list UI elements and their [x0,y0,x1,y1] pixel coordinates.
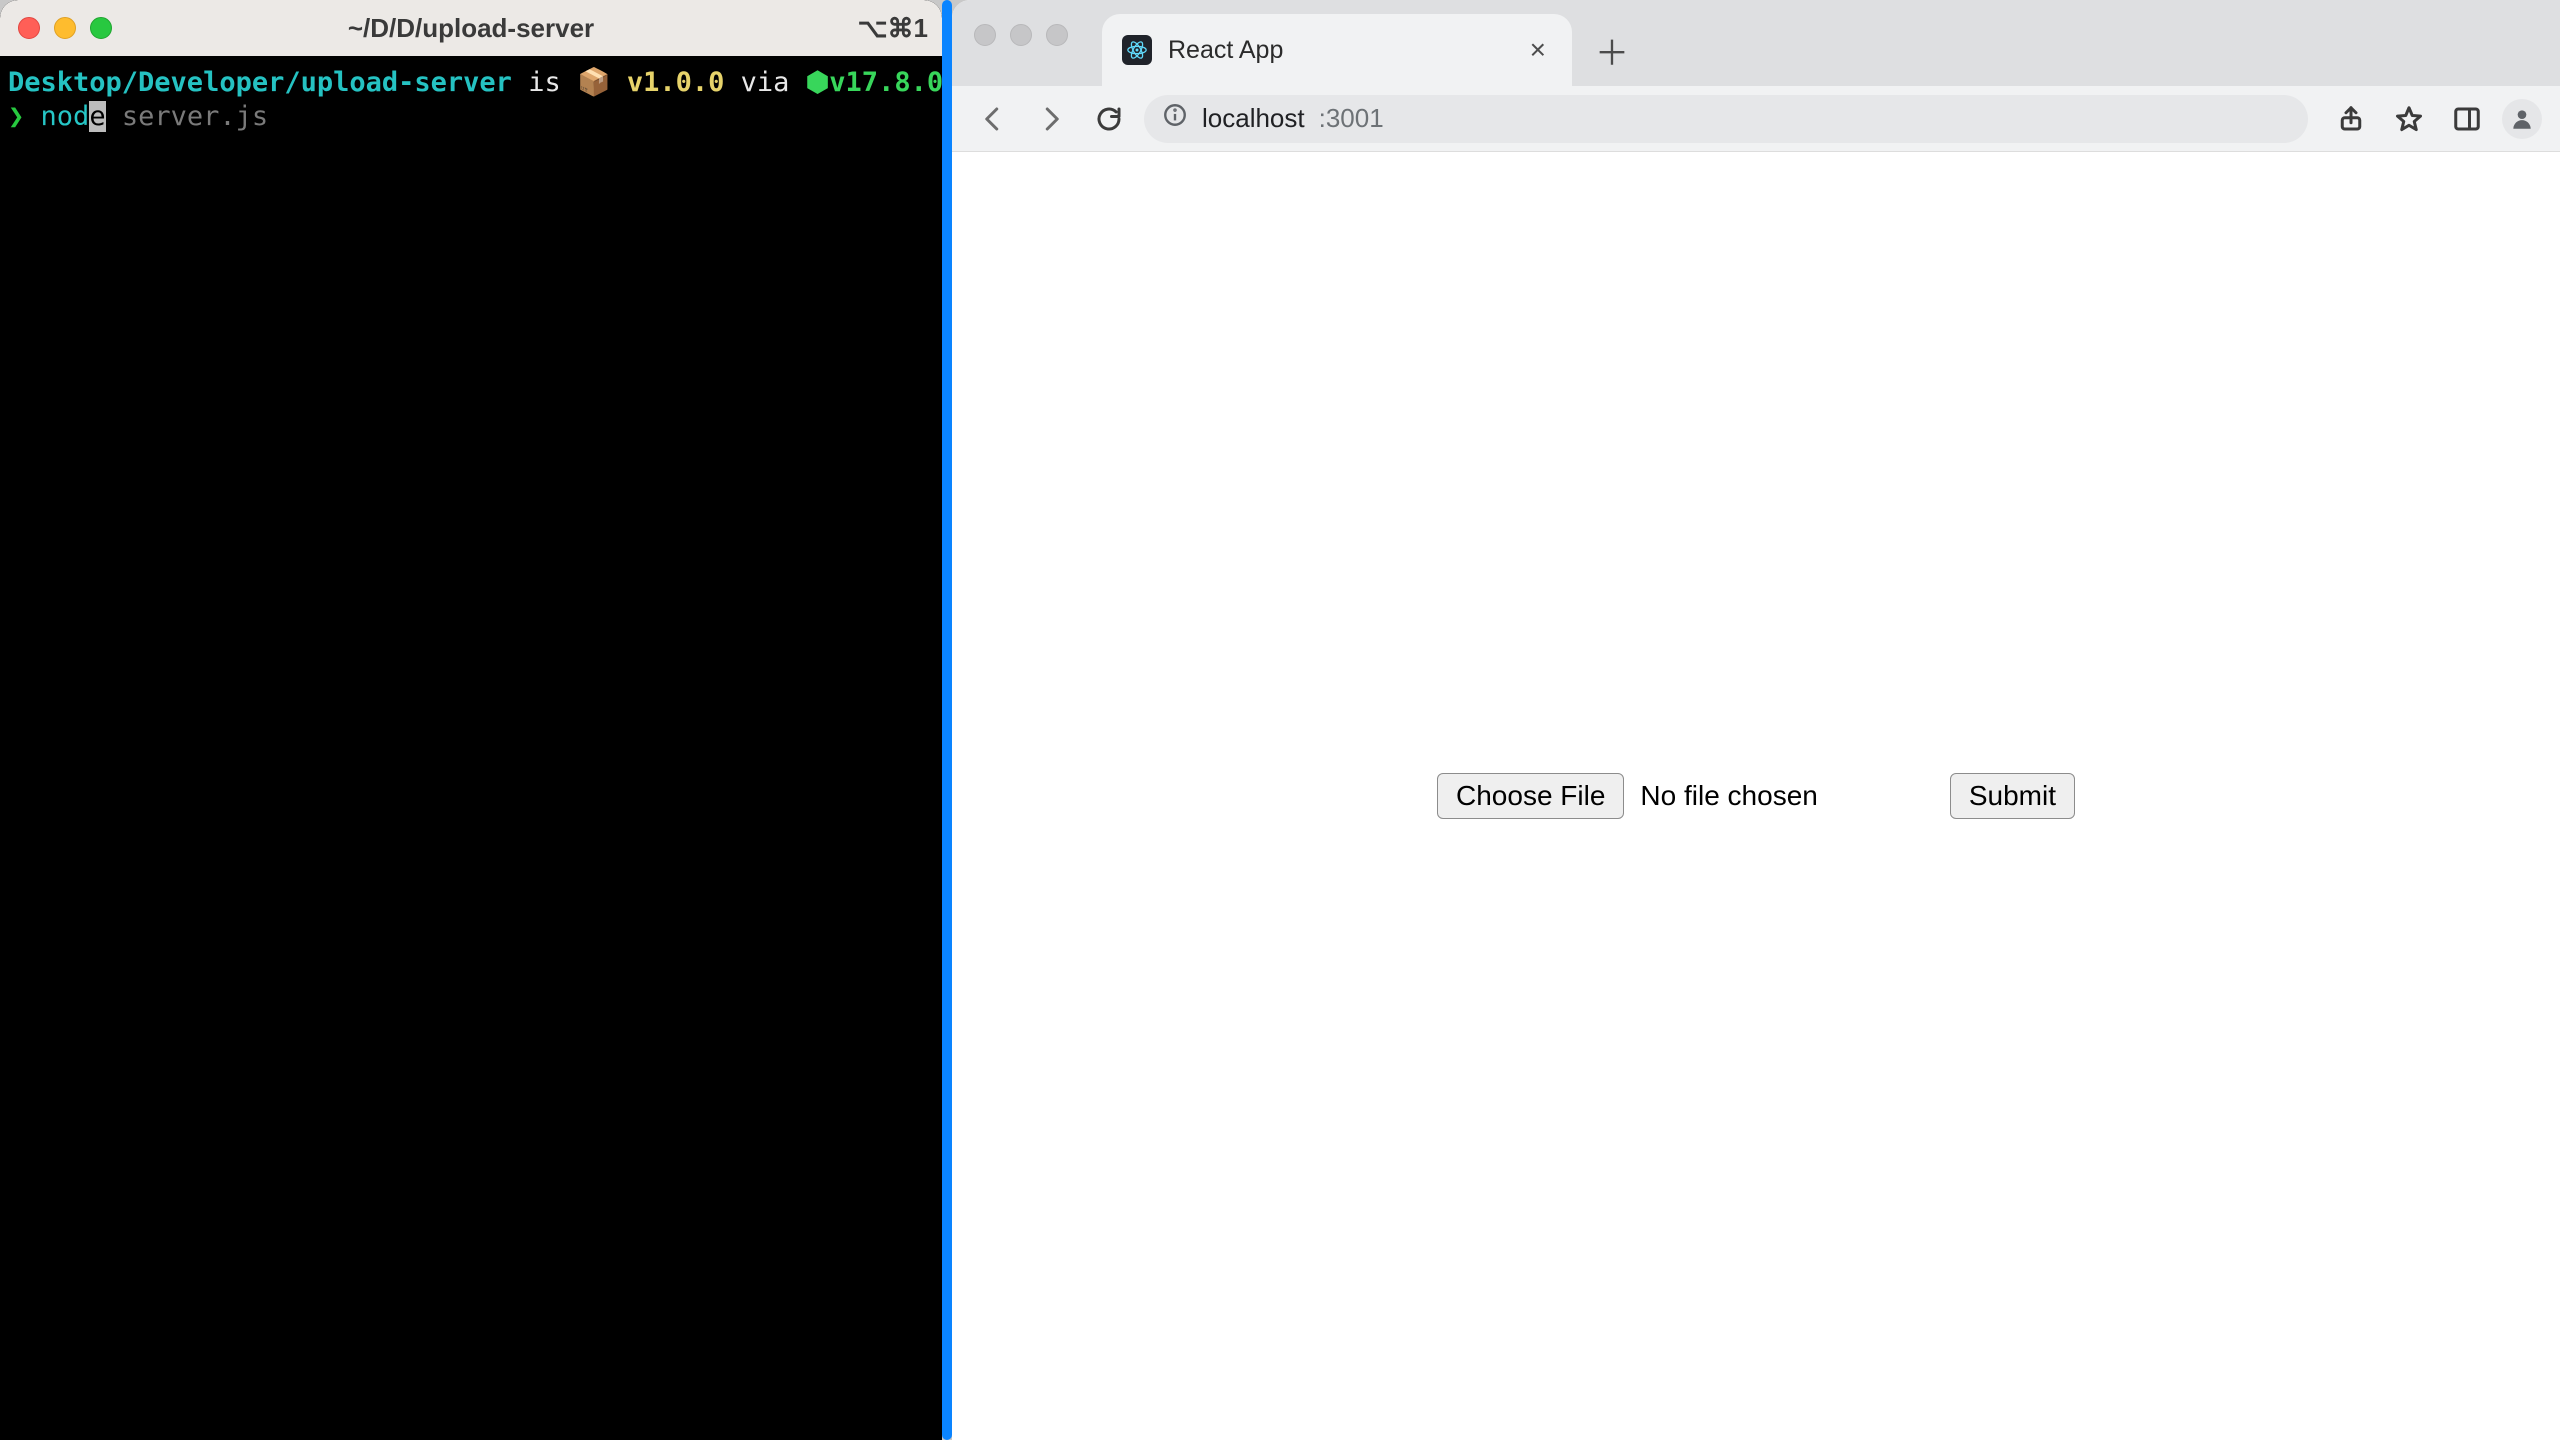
window-maximize-button[interactable] [90,17,112,39]
browser-window: React App × ＋ localhost :3001 [952,0,2560,1440]
node-icon: ⬢ [806,67,830,98]
upload-form: Choose File No file chosen Submit [1437,773,2075,819]
window-minimize-button[interactable] [54,17,76,39]
terminal-window: ~/D/D/upload-server ⌥⌘1 Desktop/Develope… [0,0,942,1440]
window-divider[interactable] [942,0,952,1440]
window-close-button[interactable] [18,17,40,39]
share-button[interactable] [2328,96,2374,142]
prompt-is: is [528,67,561,98]
browser-traffic-lights [970,24,1068,86]
terminal-cursor: e [89,101,105,132]
browser-toolbar: localhost :3001 [952,86,2560,152]
prompt-version: v1.0.0 [627,67,725,98]
terminal-pane-indicator: ⌥⌘1 [858,13,928,44]
tab-title: React App [1168,36,1283,65]
terminal-title: ~/D/D/upload-server [0,13,942,44]
window-minimize-button[interactable] [1010,24,1032,46]
sidepanel-button[interactable] [2444,96,2490,142]
address-bar[interactable]: localhost :3001 [1144,95,2308,143]
nav-reload-button[interactable] [1086,96,1132,142]
prompt-node-version: v17.8.0 [829,67,942,98]
address-host: localhost [1202,103,1305,134]
browser-tab[interactable]: React App × [1102,14,1572,86]
prompt-path: Desktop/Developer/upload-server [8,67,512,98]
new-tab-button[interactable]: ＋ [1588,26,1636,74]
window-maximize-button[interactable] [1046,24,1068,46]
toolbar-right [2328,96,2542,142]
submit-button[interactable]: Submit [1950,773,2075,819]
address-path: :3001 [1319,103,1384,134]
site-info-icon[interactable] [1162,102,1188,135]
browser-viewport: Choose File No file chosen Submit [952,152,2560,1440]
package-icon: 📦 [577,67,611,98]
tab-close-button[interactable]: × [1524,32,1552,68]
terminal-body[interactable]: Desktop/Developer/upload-server is 📦 v1.… [0,56,942,144]
bookmark-button[interactable] [2386,96,2432,142]
react-favicon-icon [1122,35,1152,65]
profile-avatar-button[interactable] [2502,99,2542,139]
prompt-via: via [741,67,790,98]
nav-forward-button[interactable] [1028,96,1074,142]
choose-file-button[interactable]: Choose File [1437,773,1624,819]
prompt-symbol: ❯ [8,101,24,132]
window-close-button[interactable] [974,24,996,46]
file-chosen-status: No file chosen [1640,780,1817,812]
terminal-input[interactable]: node [41,101,106,132]
browser-tabstrip: React App × ＋ [952,0,2560,86]
terminal-titlebar: ~/D/D/upload-server ⌥⌘1 [0,0,942,56]
terminal-autosuggest: server.js [106,101,269,132]
terminal-traffic-lights [0,17,112,39]
nav-back-button[interactable] [970,96,1016,142]
